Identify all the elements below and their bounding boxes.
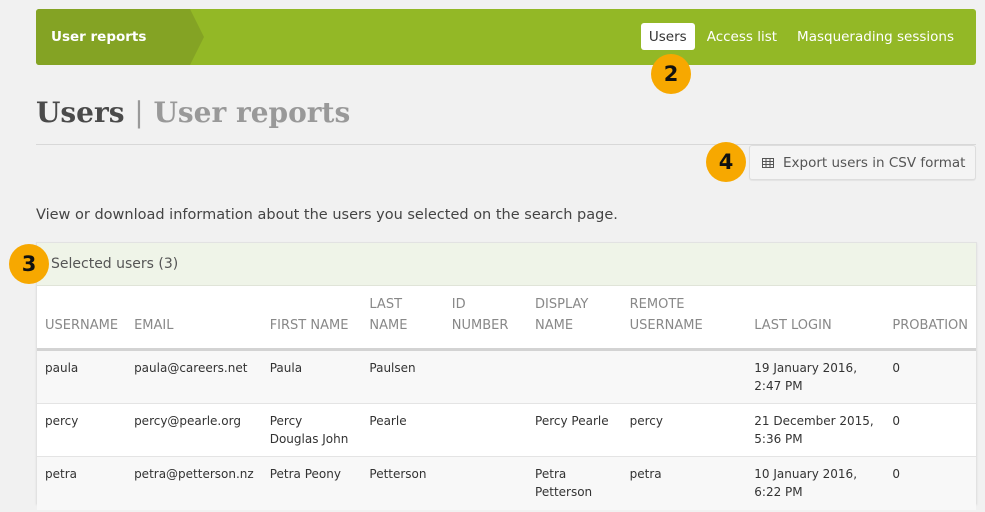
callout-badge-2: 2 [651, 54, 691, 94]
intro-text: View or download information about the u… [36, 207, 618, 223]
callout-badge-4: 4 [706, 142, 746, 182]
export-csv-button[interactable]: Export users in CSV format [749, 145, 976, 180]
column-header-line1 [134, 294, 254, 315]
column-header-line1: REMOTE [629, 297, 685, 312]
column-header[interactable]: PROBATION [884, 286, 976, 351]
column-header[interactable]: EMAIL [126, 286, 262, 351]
panel-header: Selected users (3) [37, 243, 976, 286]
tab-users[interactable]: Users [640, 23, 695, 50]
table-cell: paula [37, 349, 127, 404]
table-cell: Paulsen [361, 349, 444, 404]
title-separator: | [134, 96, 144, 129]
callout-badge-3: 3 [9, 244, 49, 284]
table-icon [762, 157, 774, 168]
column-header-line2: NAME [535, 318, 574, 333]
table-cell: Pearle [361, 403, 444, 457]
table-cell: 21 December 2015, 5:36 PM [746, 403, 885, 457]
column-header-line1 [270, 294, 354, 315]
top-navbar: User reports Users Access list Masquerad… [36, 9, 976, 65]
column-header-line1: ID [451, 297, 466, 312]
table-cell: petra [37, 456, 127, 510]
column-header[interactable]: LAST LOGIN [746, 286, 885, 351]
table-cell [621, 349, 747, 404]
column-header-line2: FIRST NAME [269, 318, 349, 333]
page-subtitle: User reports [153, 96, 351, 129]
column-header-line1 [892, 294, 968, 315]
table-cell [443, 403, 528, 457]
column-header-line1: LAST [369, 297, 403, 312]
column-header-line1 [754, 294, 876, 315]
tab-masquerading-sessions[interactable]: Masquerading sessions [789, 23, 962, 50]
table-cell: paula@careers.net [126, 349, 262, 404]
table-cell: 0 [884, 403, 976, 457]
column-header[interactable]: REMOTE USERNAME [621, 286, 747, 351]
users-table: USERNAME EMAIL FIRST NAME LAST NAME ID NUMBER D… [37, 286, 976, 510]
table-cell: Petterson [361, 456, 444, 510]
table-cell: 19 January 2016, 2:47 PM [746, 349, 885, 404]
table-cell: percy [621, 403, 747, 457]
table-cell [443, 349, 528, 404]
table-cell [443, 456, 528, 510]
table-cell: petra@petterson.nz [126, 456, 262, 510]
table-cell [527, 349, 622, 404]
column-header-line2: USERNAME [45, 318, 119, 333]
export-csv-label: Export users in CSV format [783, 154, 966, 171]
column-header-line2: NUMBER [451, 318, 509, 333]
table-cell: 10 January 2016, 6:22 PM [746, 456, 885, 510]
column-header[interactable]: DISPLAY NAME [527, 286, 622, 351]
panel-title: Selected users (3) [51, 256, 179, 272]
column-header-line1: DISPLAY [535, 297, 589, 312]
table-cell: Percy Douglas John [261, 403, 362, 457]
column-header[interactable]: LAST NAME [361, 286, 444, 351]
table-cell: percy@pearle.org [126, 403, 262, 457]
column-header-line2: USERNAME [629, 318, 703, 333]
table-cell: Petra Petterson [527, 456, 622, 510]
column-header-line1 [45, 294, 118, 315]
table-cell: percy [37, 403, 127, 457]
tab-access-list[interactable]: Access list [699, 23, 785, 50]
column-header[interactable]: USERNAME [37, 286, 127, 351]
page-title: Users | User reports [36, 96, 350, 129]
table-cell: 0 [884, 349, 976, 404]
table-cell: Petra Peony [261, 456, 362, 510]
table-cell: Paula [261, 349, 362, 404]
column-header[interactable]: FIRST NAME [261, 286, 362, 351]
breadcrumb[interactable]: User reports [36, 9, 204, 65]
column-header-line2: LAST LOGIN [754, 318, 832, 333]
column-header-line2: NAME [369, 318, 408, 333]
table-header-row: USERNAME EMAIL FIRST NAME LAST NAME ID NUMBER D… [37, 286, 976, 351]
table-row: petra petra@petterson.nz Petra Peony Petter… [37, 456, 976, 510]
selected-users-panel: Selected users (3) USERNAME EMAIL FIRST NA… [36, 242, 977, 510]
nav-tabs: Users Access list Masquerading sessions [640, 23, 962, 50]
page-title-main: Users [36, 96, 125, 129]
table-row: percy percy@pearle.org Percy Douglas John P… [37, 403, 976, 457]
column-header-line2: PROBATION [892, 318, 968, 333]
column-header-line2: EMAIL [134, 318, 174, 333]
column-header[interactable]: ID NUMBER [443, 286, 528, 351]
table-cell: Percy Pearle [527, 403, 622, 457]
table-cell: petra [621, 456, 747, 510]
table-cell: 0 [884, 456, 976, 510]
table-row: paula paula@careers.net Paula Paulsen 19 Jan… [37, 349, 976, 404]
